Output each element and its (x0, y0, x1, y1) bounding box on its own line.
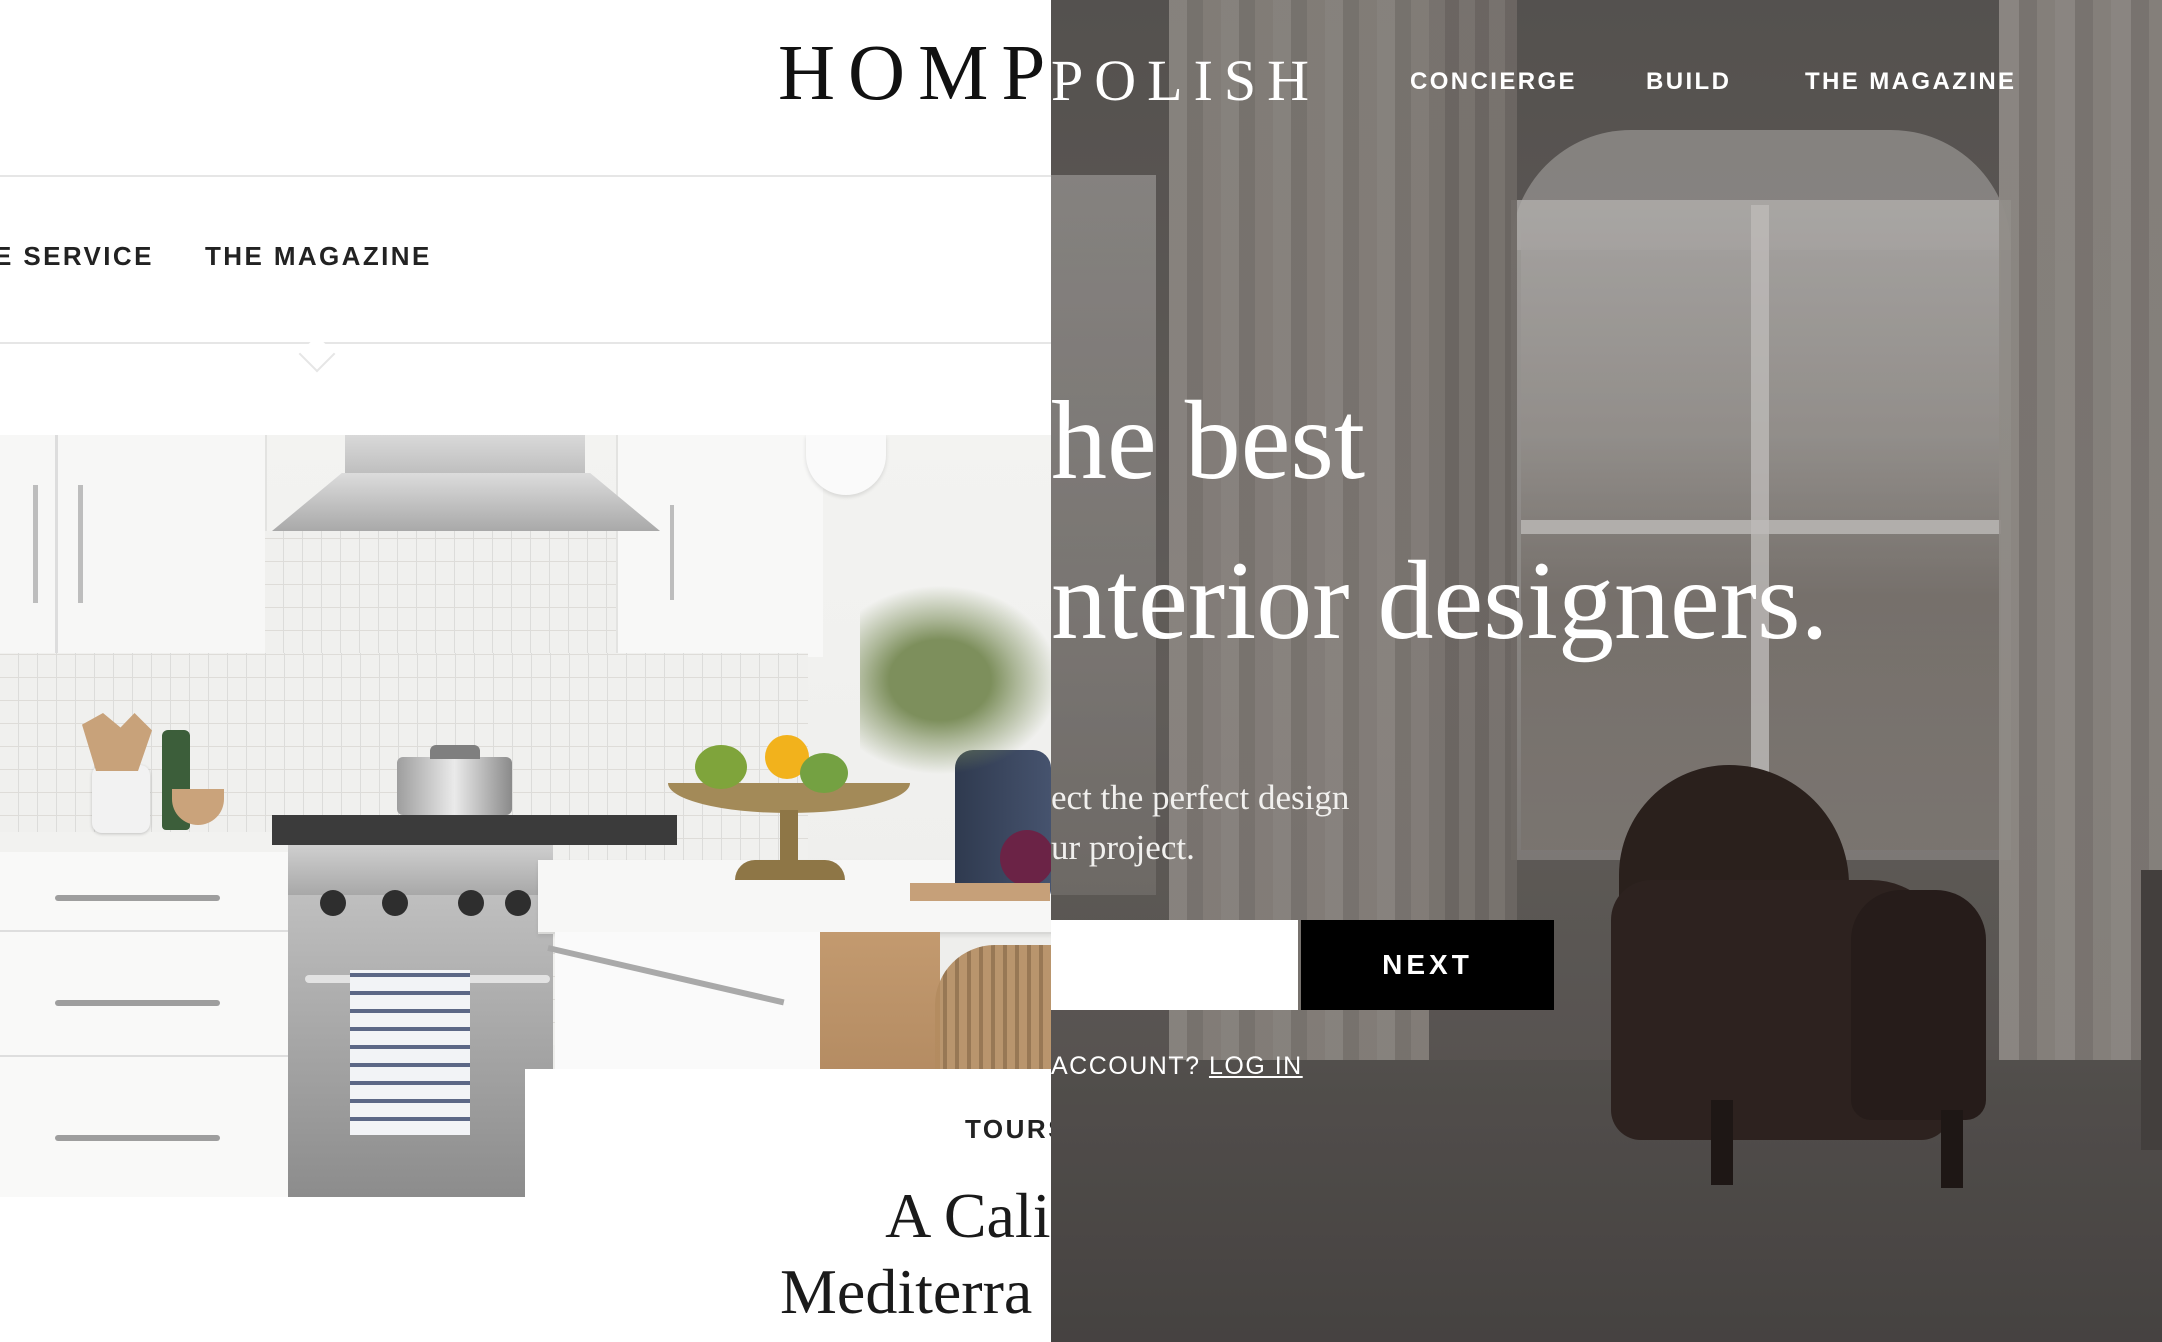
nav-the-magazine-right[interactable]: THE MAGAZINE (1805, 68, 2016, 96)
article-title-line2[interactable]: Mediterra (780, 1255, 1032, 1329)
site-logo[interactable]: HOMPOLISH (778, 34, 1051, 113)
article-title-line1[interactable]: A California F (670, 1177, 1051, 1255)
nav-divider (0, 342, 1051, 344)
article-card[interactable]: TOURS A California F Mediterra (525, 1069, 1051, 1342)
hero-subtext-line2: ur project. (1051, 828, 1195, 867)
nav-concierge[interactable]: CONCIERGE (1410, 68, 1577, 96)
next-button[interactable]: NEXT (1301, 920, 1554, 1010)
log-in-link[interactable]: LOG IN (1209, 1052, 1303, 1080)
account-prompt: ACCOUNT? LOG IN (1051, 1052, 1303, 1081)
article-category[interactable]: TOURS (965, 1114, 1051, 1145)
nav-the-magazine[interactable]: THE MAGAZINE (205, 241, 432, 272)
hero-subtext-line1: ect the perfect design (1051, 778, 1350, 817)
homepage-hero-panel: POLISH CONCIERGE BUILD THE MAGAZINE he b… (1051, 0, 2162, 1342)
hero-headline-line1: he best (1051, 379, 1366, 503)
magazine-page-panel: HOMPOLISH E SERVICE THE MAGAZINE (0, 0, 1051, 1342)
nav-service[interactable]: E SERVICE (0, 241, 154, 272)
site-logo-continued[interactable]: POLISH (1051, 52, 1320, 110)
hero-headline-line2: nterior designers. (1051, 539, 1829, 663)
nav-build[interactable]: BUILD (1646, 68, 1731, 96)
header-divider (0, 175, 1051, 177)
account-prompt-text: ACCOUNT? (1051, 1052, 1201, 1080)
zip-code-input[interactable] (1051, 920, 1298, 1010)
